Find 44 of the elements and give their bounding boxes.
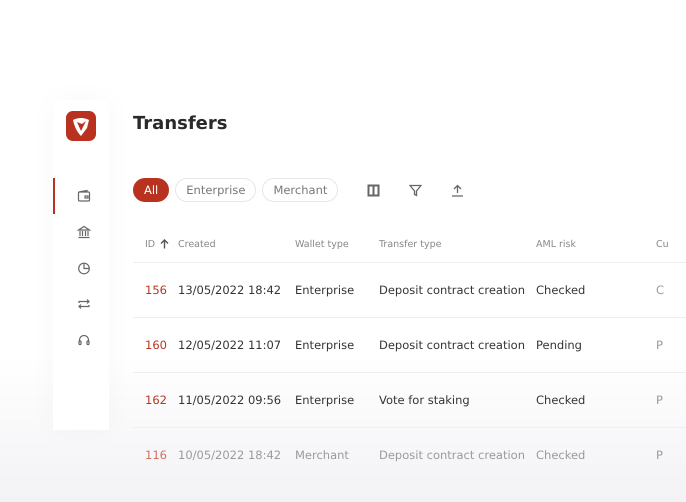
aml-risk-cell: Checked [536,283,586,297]
aml-risk-cell: Checked [536,448,586,462]
table-cell: P [656,448,663,462]
column-header[interactable]: Cu [656,238,669,250]
id-cell[interactable]: 116 [145,448,167,462]
wallet-icon [77,189,91,203]
wallet-type-cell: Merchant [295,448,349,462]
wallet-type-cell: Enterprise [295,338,354,352]
headset-icon [77,333,91,347]
page-title: Transfers [133,113,228,136]
filter-icon[interactable] [409,184,422,196]
column-header[interactable]: ID [145,238,156,250]
upload-icon[interactable] [451,184,464,196]
filter-chip[interactable]: Enterprise [175,178,256,202]
swap-icon [77,297,91,311]
wallet-type-cell: Enterprise [295,283,354,297]
filter-chip[interactable]: All [133,178,170,202]
aml-risk-cell: Checked [536,393,586,407]
date-cell: 13/05/2022 18:42 [178,283,282,297]
columns-icon[interactable] [367,184,380,196]
date-cell: 11/05/2022 09:56 [178,393,282,407]
transfer-type-cell: Deposit contract creation [379,338,525,352]
table-cell: C [656,283,664,297]
date-cell: 12/05/2022 11:07 [178,338,282,352]
transfer-type-cell: Deposit contract creation [379,283,525,297]
column-header[interactable]: Wallet type [295,238,349,250]
logo-icon [66,111,96,141]
aml-risk-cell: Pending [536,338,582,352]
filter-chip[interactable]: Merchant [262,178,338,202]
sort-up-icon[interactable] [160,239,170,249]
id-cell[interactable]: 160 [145,338,167,352]
table-cell: P [656,393,663,407]
id-cell[interactable]: 156 [145,283,167,297]
date-cell: 10/05/2022 18:42 [178,448,282,462]
transfer-type-cell: Vote for staking [379,393,470,407]
transfer-type-cell: Deposit contract creation [379,448,525,462]
table-cell: P [656,338,663,352]
id-cell[interactable]: 162 [145,393,167,407]
pie-chart-icon [77,261,91,275]
bank-icon [77,225,91,239]
column-header[interactable]: AML risk [536,238,576,250]
column-header[interactable]: Created [178,238,216,250]
column-header[interactable]: Transfer type [379,238,442,250]
wallet-type-cell: Enterprise [295,393,354,407]
